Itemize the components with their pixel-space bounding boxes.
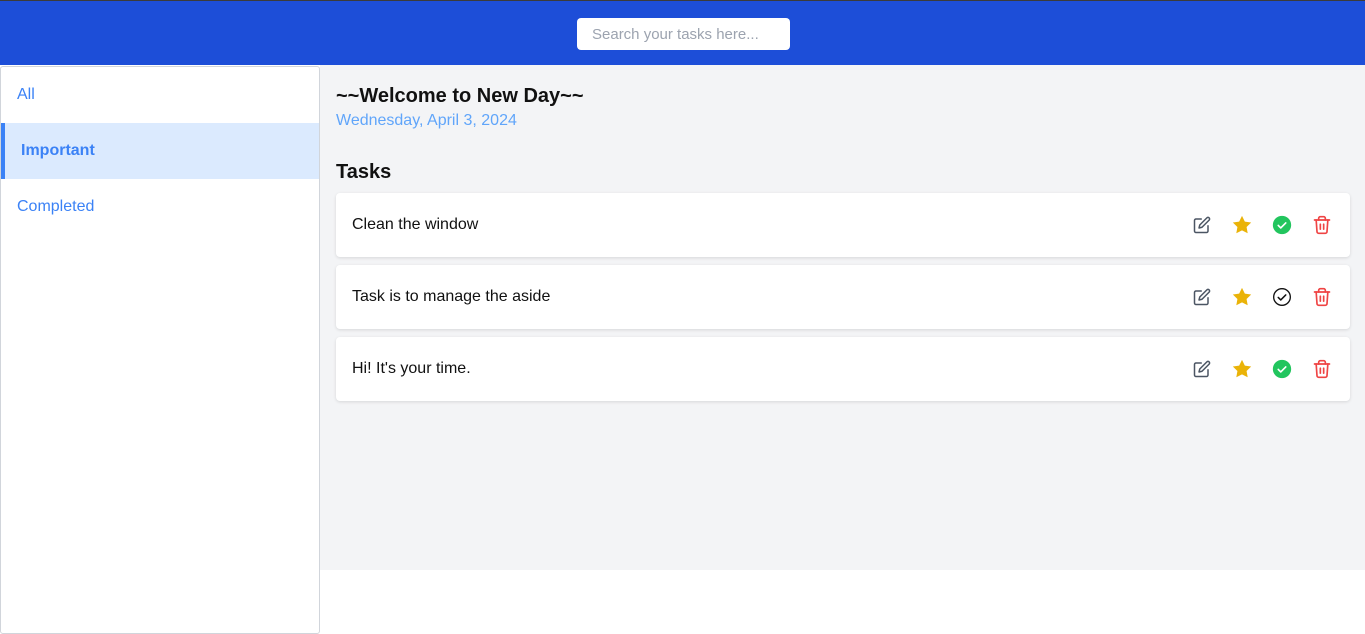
edit-icon[interactable]	[1190, 285, 1214, 309]
tasks-heading: Tasks	[336, 161, 392, 183]
sidebar-item-label: All	[17, 86, 35, 103]
edit-icon[interactable]	[1190, 213, 1214, 237]
check-circle-icon[interactable]	[1270, 213, 1294, 237]
edit-icon[interactable]	[1190, 357, 1214, 381]
task-item: Clean the window	[336, 193, 1350, 257]
search-input[interactable]	[577, 18, 790, 50]
task-text: Task is to manage the aside	[352, 288, 551, 305]
check-circle-icon[interactable]	[1270, 357, 1294, 381]
sidebar-item-label: Important	[21, 142, 95, 159]
star-icon[interactable]	[1230, 285, 1254, 309]
trash-icon[interactable]	[1310, 285, 1334, 309]
task-actions	[1190, 285, 1334, 309]
task-text: Hi! It's your time.	[352, 360, 471, 377]
check-circle-icon[interactable]	[1270, 285, 1294, 309]
current-date: Wednesday, April 3, 2024	[336, 112, 517, 129]
star-icon[interactable]	[1230, 357, 1254, 381]
task-list: Clean the window Task is to manage the a…	[336, 193, 1350, 409]
sidebar-item-all[interactable]: All	[1, 67, 319, 123]
sidebar-item-important[interactable]: Important	[1, 123, 319, 179]
trash-icon[interactable]	[1310, 213, 1334, 237]
top-bar	[0, 0, 1365, 65]
sidebar-item-completed[interactable]: Completed	[1, 179, 319, 235]
trash-icon[interactable]	[1310, 357, 1334, 381]
task-item: Hi! It's your time.	[336, 337, 1350, 401]
main-content: ~~Welcome to New Day~~ Wednesday, April …	[320, 65, 1365, 570]
task-text: Clean the window	[352, 216, 479, 233]
task-item: Task is to manage the aside	[336, 265, 1350, 329]
sidebar-item-label: Completed	[17, 198, 95, 215]
task-actions	[1190, 213, 1334, 237]
sidebar: All Important Completed	[0, 66, 320, 634]
page-title: ~~Welcome to New Day~~	[336, 85, 584, 107]
task-actions	[1190, 357, 1334, 381]
star-icon[interactable]	[1230, 213, 1254, 237]
